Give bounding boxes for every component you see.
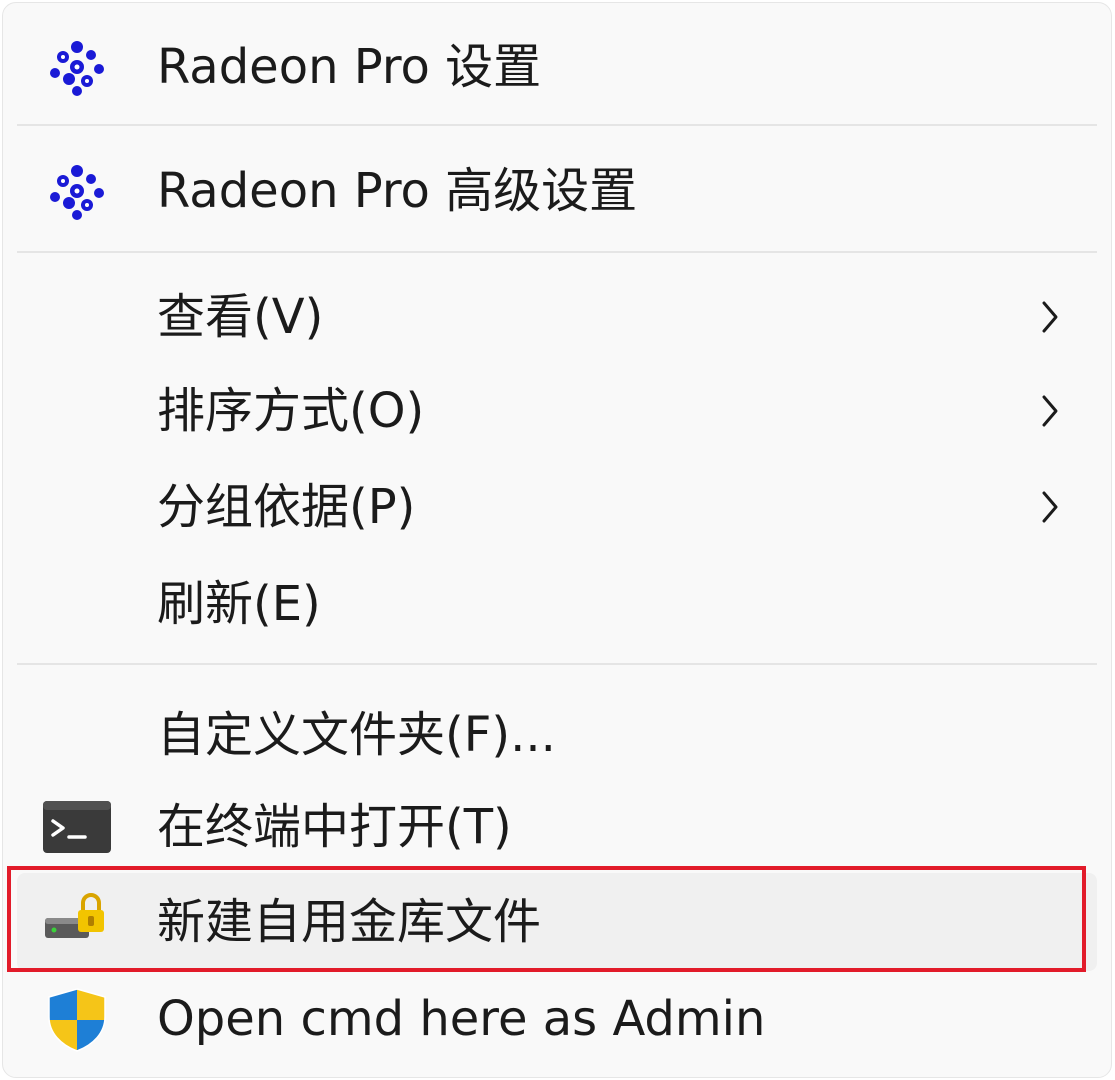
menu-item-radeon-advanced-settings[interactable]: Radeon Pro 高级设置: [17, 139, 1097, 243]
radeon-icon: [50, 165, 104, 220]
chevron-right-icon: [1042, 491, 1058, 523]
menu-item-label: 在终端中打开(T): [157, 799, 512, 855]
menu-item-label: 查看(V): [157, 289, 324, 345]
menu-item-group-by[interactable]: 分组依据(P): [17, 461, 1097, 553]
menu-item-label: 自定义文件夹(F)...: [157, 707, 556, 763]
menu-separator: [17, 251, 1097, 253]
menu-item-label: Radeon Pro 高级设置: [157, 163, 638, 219]
menu-item-view[interactable]: 查看(V): [17, 271, 1097, 363]
menu-item-label: 刷新(E): [157, 576, 321, 632]
uac-shield-icon: [48, 988, 106, 1052]
menu-item-radeon-settings[interactable]: Radeon Pro 设置: [17, 15, 1097, 119]
menu-separator: [17, 663, 1097, 665]
menu-item-label: 分组依据(P): [157, 479, 416, 535]
menu-item-refresh[interactable]: 刷新(E): [17, 558, 1097, 650]
radeon-icon: [50, 41, 104, 96]
chevron-right-icon: [1042, 395, 1058, 427]
menu-item-open-cmd-admin[interactable]: Open cmd here as Admin: [17, 973, 1097, 1065]
menu-item-label: Radeon Pro 设置: [157, 39, 542, 95]
menu-separator: [17, 124, 1097, 126]
menu-item-customize-folder[interactable]: 自定义文件夹(F)...: [17, 689, 1097, 781]
vault-lock-icon: [45, 893, 104, 938]
context-menu: Radeon Pro 设置 Radeon Pro 高级设置 查看(V) 排序方式…: [2, 2, 1112, 1078]
menu-item-sort-by[interactable]: 排序方式(O): [17, 365, 1097, 457]
menu-item-open-in-terminal[interactable]: 在终端中打开(T): [17, 781, 1097, 873]
menu-item-label: 排序方式(O): [157, 383, 425, 439]
menu-item-label: Open cmd here as Admin: [157, 991, 766, 1047]
menu-item-label: 新建自用金库文件: [157, 894, 542, 950]
chevron-right-icon: [1042, 301, 1058, 333]
menu-item-new-vault-file[interactable]: 新建自用金库文件: [17, 873, 1097, 971]
terminal-icon: [43, 801, 111, 853]
